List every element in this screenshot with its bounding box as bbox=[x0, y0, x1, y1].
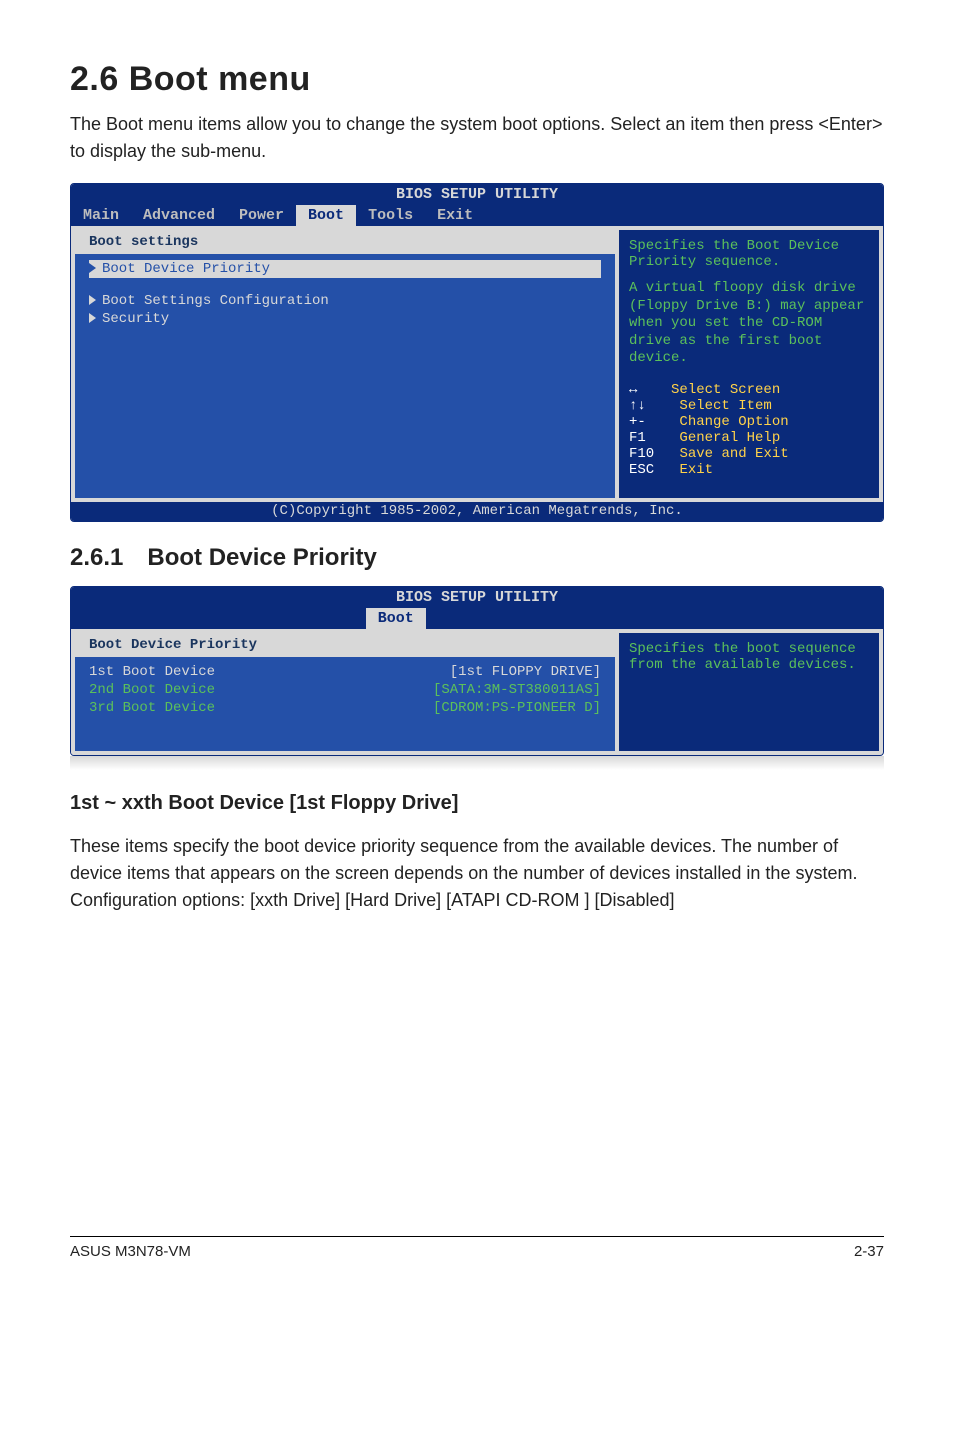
legend-row: ↔ Select Screen bbox=[629, 382, 869, 398]
boot-device-label: 2nd Boot Device bbox=[89, 682, 215, 698]
legend-row: ESC Exit bbox=[629, 462, 869, 478]
bios-legend: ↔ Select Screen ↑↓ Select Item +- Change… bbox=[629, 382, 869, 478]
menu-item-label: Security bbox=[102, 311, 169, 327]
legend-key: F10 bbox=[629, 446, 654, 462]
bios-title: BIOS SETUP UTILITY bbox=[71, 184, 883, 205]
menu-item-label: Boot Settings Configuration bbox=[102, 293, 329, 309]
boot-device-value: [CDROM:PS-PIONEER D] bbox=[433, 700, 601, 716]
bios-title: BIOS SETUP UTILITY bbox=[71, 587, 883, 608]
tab-tools[interactable]: Tools bbox=[356, 205, 425, 226]
section-name: Boot menu bbox=[129, 60, 311, 98]
boot-device-label: 3rd Boot Device bbox=[89, 700, 215, 716]
bios-tabs: Boot bbox=[71, 608, 883, 629]
legend-text: Save and Exit bbox=[679, 446, 788, 462]
bios-help-top: Specifies the Boot Device Priority seque… bbox=[629, 238, 869, 270]
legend-row: ↑↓ Select Item bbox=[629, 398, 869, 414]
section-title: 2.6 Boot menu bbox=[70, 60, 884, 99]
subsection-title: 2.6.1 Boot Device Priority bbox=[70, 544, 884, 572]
subsub-title: 1st ~ xxth Boot Device [1st Floppy Drive… bbox=[70, 792, 884, 815]
bios-tabs: Main Advanced Power Boot Tools Exit bbox=[71, 205, 883, 226]
tab-boot[interactable]: Boot bbox=[366, 608, 426, 629]
menu-item-boot-settings-configuration[interactable]: Boot Settings Configuration bbox=[89, 292, 601, 310]
legend-text: Select Item bbox=[679, 398, 771, 414]
tab-boot[interactable]: Boot bbox=[296, 205, 356, 226]
legend-text: Select Screen bbox=[671, 382, 780, 398]
menu-item-boot-device-priority[interactable]: Boot Device Priority bbox=[89, 260, 601, 278]
tab-main[interactable]: Main bbox=[71, 205, 131, 226]
legend-text: Change Option bbox=[679, 414, 788, 430]
section-intro: The Boot menu items allow you to change … bbox=[70, 111, 884, 165]
footer-left: ASUS M3N78-VM bbox=[70, 1243, 191, 1260]
legend-text: General Help bbox=[679, 430, 780, 446]
legend-key: +- bbox=[629, 414, 646, 430]
tab-exit[interactable]: Exit bbox=[425, 205, 485, 226]
boot-device-row-1[interactable]: 1st Boot Device [1st FLOPPY DRIVE] bbox=[89, 663, 601, 681]
menu-item-security[interactable]: Security bbox=[89, 310, 601, 328]
boot-device-row-2[interactable]: 2nd Boot Device [SATA:3M-ST380011AS] bbox=[89, 681, 601, 699]
page-footer: ASUS M3N78-VM 2-37 bbox=[70, 1236, 884, 1260]
tab-power[interactable]: Power bbox=[227, 205, 296, 226]
bios-boot-device-priority: BIOS SETUP UTILITY Boot Boot Device Prio… bbox=[70, 586, 884, 756]
bios-heading: Boot settings bbox=[89, 234, 198, 250]
chevron-right-icon bbox=[89, 263, 96, 273]
bios-help-mid: A virtual floopy disk drive (Floppy Driv… bbox=[629, 280, 869, 368]
boot-device-value: [1st FLOPPY DRIVE] bbox=[450, 664, 601, 680]
subsection-number: 2.6.1 bbox=[70, 544, 123, 571]
bios-footer: (C)Copyright 1985-2002, American Megatre… bbox=[71, 502, 883, 521]
bios-boot-menu: BIOS SETUP UTILITY Main Advanced Power B… bbox=[70, 183, 884, 522]
tab-advanced[interactable]: Advanced bbox=[131, 205, 227, 226]
legend-row: F10 Save and Exit bbox=[629, 446, 869, 462]
bios-heading: Boot Device Priority bbox=[89, 637, 257, 653]
legend-key: ↔ bbox=[629, 382, 637, 398]
chevron-right-icon bbox=[89, 313, 96, 323]
boot-device-label: 1st Boot Device bbox=[89, 664, 215, 680]
legend-text: Exit bbox=[679, 462, 713, 478]
bios-help-panel: Specifies the boot sequence from the ava… bbox=[615, 629, 883, 755]
bios-help-panel: Specifies the Boot Device Priority seque… bbox=[615, 226, 883, 502]
menu-item-label: Boot Device Priority bbox=[102, 261, 270, 277]
chevron-right-icon bbox=[89, 295, 96, 305]
subsection-name: Boot Device Priority bbox=[147, 544, 376, 571]
legend-row: F1 General Help bbox=[629, 430, 869, 446]
fade-divider bbox=[70, 756, 884, 770]
section-number: 2.6 bbox=[70, 60, 119, 98]
boot-device-row-3[interactable]: 3rd Boot Device [CDROM:PS-PIONEER D] bbox=[89, 699, 601, 717]
legend-row: +- Change Option bbox=[629, 414, 869, 430]
subsub-paragraph: These items specify the boot device prio… bbox=[70, 833, 884, 914]
footer-right: 2-37 bbox=[854, 1243, 884, 1260]
legend-key: ↑↓ bbox=[629, 398, 646, 414]
legend-key: ESC bbox=[629, 462, 654, 478]
bios-help-text: Specifies the boot sequence from the ava… bbox=[629, 641, 869, 673]
boot-device-value: [SATA:3M-ST380011AS] bbox=[433, 682, 601, 698]
legend-key: F1 bbox=[629, 430, 646, 446]
